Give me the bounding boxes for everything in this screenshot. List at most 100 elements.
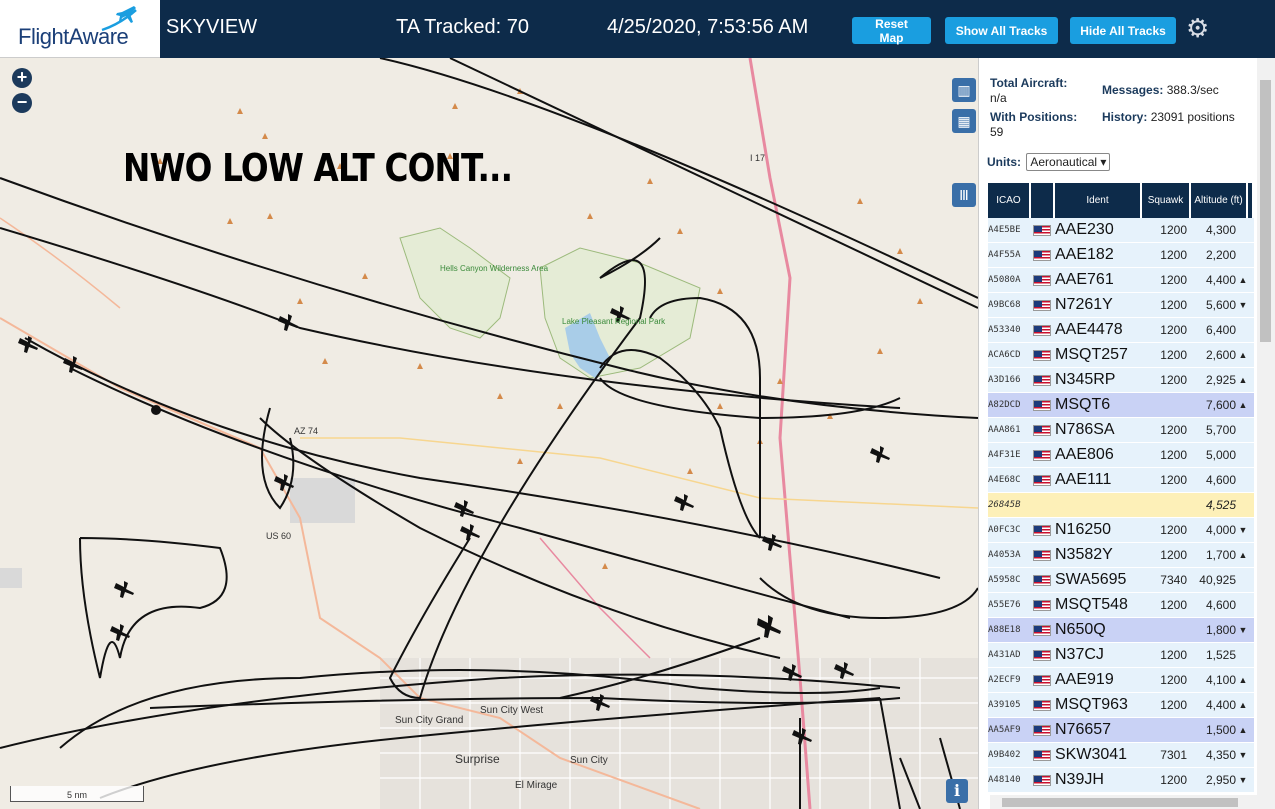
us-flag-icon	[1033, 599, 1051, 611]
cell-squawk: 1200	[1160, 373, 1187, 387]
history-value: 23091 positions	[1150, 110, 1235, 124]
altitude-value: 1,525	[1205, 648, 1236, 662]
table-row[interactable]: AAA861 N786SA 1200 5,700	[988, 418, 1254, 443]
trend-arrow-icon: ▲	[1238, 350, 1248, 360]
column-squawk[interactable]: Squawk	[1142, 183, 1191, 218]
label-sun-city: Sun City	[570, 755, 608, 766]
cell-flag	[1031, 518, 1055, 543]
columns-toggle-icon[interactable]: Ⅲ	[952, 183, 976, 207]
hide-all-tracks-button[interactable]: Hide All Tracks	[1070, 17, 1176, 44]
cell-flag	[1031, 468, 1055, 493]
altitude-value: 4,300	[1205, 223, 1236, 237]
us-flag-icon	[1033, 374, 1051, 386]
table-row[interactable]: A48140 N39JH 1200 2,950 ▼	[988, 768, 1254, 793]
table-row[interactable]: A431AD N37CJ 1200 1,525	[988, 643, 1254, 668]
units-select[interactable]: Aeronautical ▾	[1026, 153, 1111, 171]
cell-ident: SWA5695	[1055, 571, 1127, 588]
table-row[interactable]: A4E68C AAE111 1200 4,600	[988, 468, 1254, 493]
table-row[interactable]: A0FC3C N16250 1200 4,000 ▼	[988, 518, 1254, 543]
cell-flag	[1031, 393, 1055, 418]
us-flag-icon	[1033, 774, 1051, 786]
column-flag[interactable]	[1031, 183, 1055, 218]
info-icon[interactable]: i	[946, 779, 968, 803]
table-row[interactable]: A53340 AAE4478 1200 6,400	[988, 318, 1254, 343]
table-row[interactable]: 26845B 4,525	[988, 493, 1254, 518]
skyview-app: FlightAware SKYVIEW TA Tracked: 70 4/25/…	[0, 0, 1275, 809]
altitude-value: 2,200	[1205, 248, 1236, 262]
cell-squawk: 1200	[1160, 773, 1187, 787]
tracked-count: TA Tracked: 70	[396, 16, 530, 38]
cell-squawk: 1200	[1160, 473, 1187, 487]
cell-altitude: 1,800 ▼	[1191, 618, 1248, 643]
reset-map-button[interactable]: Reset Map	[852, 17, 931, 45]
cell-flag	[1031, 368, 1055, 393]
us-flag-icon	[1033, 449, 1051, 461]
cell-altitude: 2,200	[1191, 243, 1248, 268]
table-header: ICAO Ident Squawk Altitude (ft)	[988, 183, 1254, 218]
zoom-out-button[interactable]: −	[12, 93, 32, 113]
horizontal-scroll-thumb[interactable]	[1002, 798, 1238, 807]
cell-flag	[1031, 543, 1055, 568]
altitude-value: 4,350	[1205, 748, 1236, 762]
table-row[interactable]: ACA6CD MSQT257 1200 2,600 ▲	[988, 343, 1254, 368]
table-row[interactable]: A4053A N3582Y 1200 1,700 ▲	[988, 543, 1254, 568]
cell-squawk: 1200	[1160, 673, 1187, 687]
flightaware-logo[interactable]: FlightAware	[0, 0, 160, 58]
table-row[interactable]: A39105 MSQT963 1200 4,400 ▲	[988, 693, 1254, 718]
table-row[interactable]: A4E5BE AAE230 1200 4,300	[988, 218, 1254, 243]
show-all-tracks-button[interactable]: Show All Tracks	[945, 17, 1058, 44]
table-row[interactable]: A55E76 MSQT548 1200 4,600	[988, 593, 1254, 618]
altitude-value: 4,600	[1205, 598, 1236, 612]
table-row[interactable]: A5958C SWA5695 7340 40,925	[988, 568, 1254, 593]
column-icao[interactable]: ICAO	[988, 183, 1031, 218]
cell-icao: A82DCD	[988, 400, 1021, 410]
table-row[interactable]: A88E18 N650Q 1,800 ▼	[988, 618, 1254, 643]
column-altitude[interactable]: Altitude (ft)	[1191, 183, 1248, 218]
us-flag-icon	[1033, 674, 1051, 686]
column-ident[interactable]: Ident	[1055, 183, 1142, 218]
cell-flag	[1031, 768, 1055, 793]
table-row[interactable]: A82DCD MSQT6 7,600 ▲	[988, 393, 1254, 418]
cell-altitude: 4,300	[1191, 218, 1248, 243]
table-row[interactable]: A9BC68 N7261Y 1200 5,600 ▼	[988, 293, 1254, 318]
cell-squawk: 1200	[1160, 348, 1187, 362]
site-name: SKYVIEW	[166, 16, 258, 38]
map-view[interactable]: Hells Canyon Wilderness Area Lake Pleasa…	[0, 58, 978, 809]
cell-altitude: 2,950 ▼	[1191, 768, 1248, 793]
cell-squawk: 1200	[1160, 648, 1187, 662]
hells-canyon-area	[399, 227, 511, 339]
cell-squawk	[1142, 493, 1191, 518]
gear-icon[interactable]: ⚙	[1186, 13, 1209, 44]
table-row[interactable]: AA5AF9 N76657 1,500 ▲	[988, 718, 1254, 743]
cell-ident: AAE761	[1055, 271, 1114, 288]
table-row[interactable]: A4F55A AAE182 1200 2,200	[988, 243, 1254, 268]
cell-icao: A4E68C	[988, 475, 1021, 485]
cell-squawk: 7301	[1160, 748, 1187, 762]
cell-squawk: 1200	[1160, 223, 1187, 237]
cell-icao: A88E18	[988, 625, 1021, 635]
table-row[interactable]: A9B402 SKW3041 7301 4,350 ▼	[988, 743, 1254, 768]
grid-toggle-icon[interactable]: ▦	[952, 109, 976, 133]
table-row[interactable]: A4F31E AAE806 1200 5,000	[988, 443, 1254, 468]
cell-flag	[1031, 593, 1055, 618]
table-row[interactable]: A2ECF9 AAE919 1200 4,100 ▲	[988, 668, 1254, 693]
cell-ident: N16250	[1055, 521, 1112, 538]
history-stat: History: 23091 positions	[1102, 110, 1242, 125]
cell-flag	[1031, 668, 1055, 693]
map-layers-icon[interactable]: ▥	[952, 78, 976, 102]
label-i17: I 17	[750, 153, 765, 163]
us-flag-icon	[1033, 249, 1051, 261]
cell-flag	[1031, 268, 1055, 293]
cell-altitude: 4,000 ▼	[1191, 518, 1248, 543]
zoom-in-button[interactable]: +	[12, 68, 32, 88]
vertical-scroll-thumb[interactable]	[1260, 80, 1271, 342]
table-row[interactable]: A3D166 N345RP 1200 2,925 ▲	[988, 368, 1254, 393]
cell-squawk: 1200	[1160, 273, 1187, 287]
us-flag-icon	[1033, 349, 1051, 361]
table-row[interactable]: A5080A AAE761 1200 4,400 ▲	[988, 268, 1254, 293]
cell-altitude: 1,500 ▲	[1191, 718, 1248, 743]
cell-flag	[1031, 618, 1055, 643]
us-flag-icon	[1033, 549, 1051, 561]
cell-ident: N3582Y	[1055, 546, 1113, 563]
us-flag-icon	[1033, 224, 1051, 236]
